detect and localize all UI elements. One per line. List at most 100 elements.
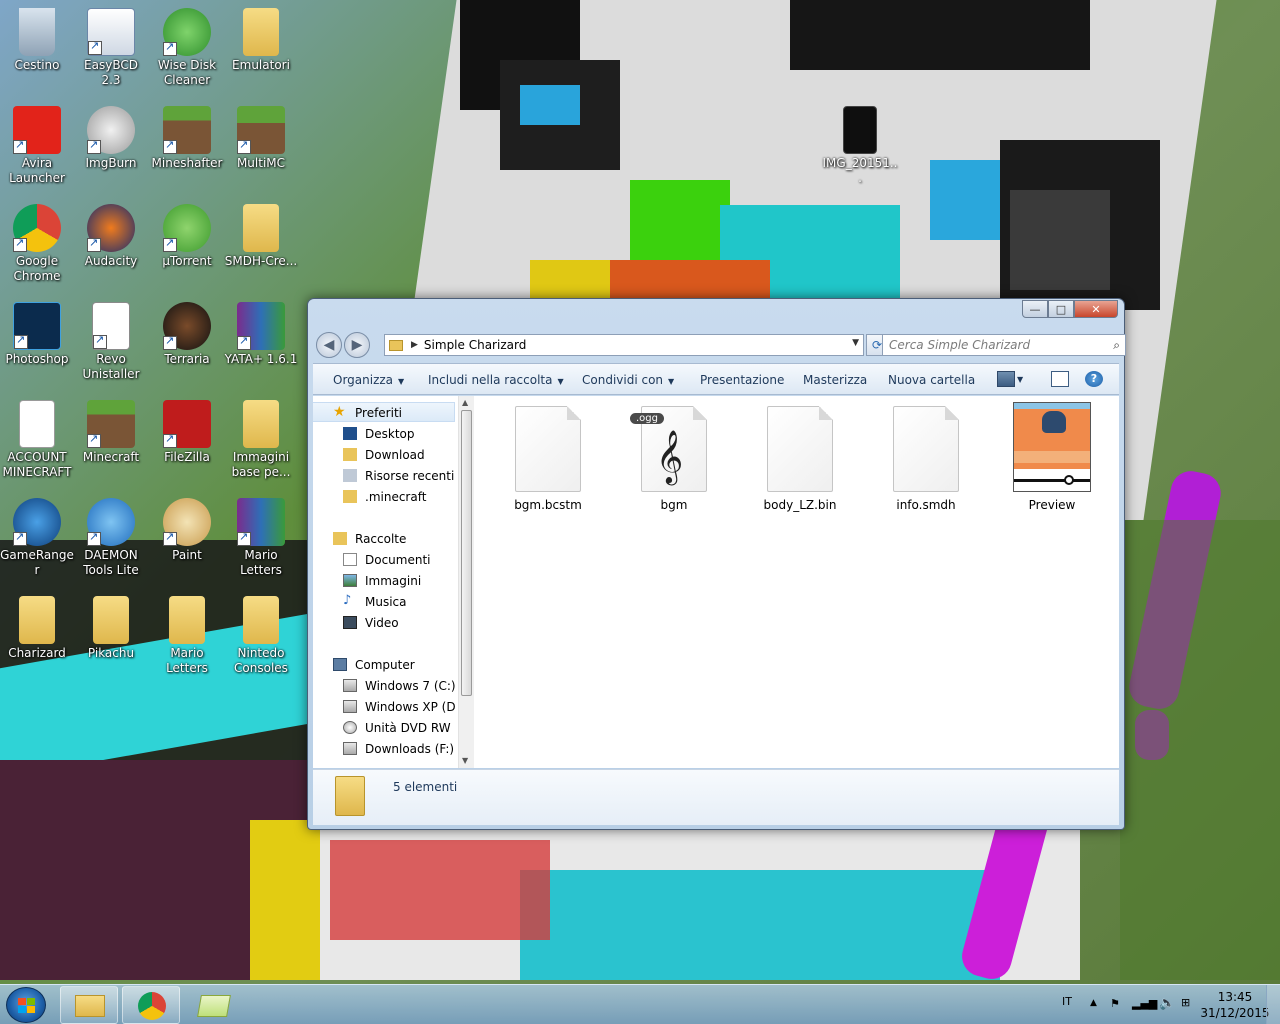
desktop-icon-mario-letters-archive[interactable]: Mario Letters: [224, 494, 298, 590]
desktop-icon-revo-uninstaller[interactable]: Revo Unistaller: [74, 298, 148, 394]
blank-file-icon: [767, 406, 833, 492]
forward-button[interactable]: ▶: [344, 332, 370, 358]
folder-icon: [335, 776, 365, 816]
desktop-icon-filezilla[interactable]: FileZilla: [150, 396, 224, 492]
help-icon[interactable]: ?: [1085, 371, 1103, 387]
nav-drive-e[interactable]: Unità DVD RW (E: [313, 718, 455, 738]
new-folder-button[interactable]: Nuova cartella: [888, 373, 975, 387]
nav-computer[interactable]: Computer: [313, 655, 455, 675]
maximize-button[interactable]: □: [1048, 300, 1074, 318]
nav-drive-d[interactable]: Windows XP (D:): [313, 697, 455, 717]
desktop-icon-label: Wise Disk Cleaner: [157, 58, 217, 87]
recycle-bin-icon: [19, 8, 55, 56]
desktop-icon-yata[interactable]: YATA+ 1.6.1: [224, 298, 298, 394]
nav-documents[interactable]: Documenti: [313, 550, 455, 570]
details-pane: 5 elementi: [313, 769, 1119, 825]
nav-drive-c[interactable]: Windows 7 (C:): [313, 676, 455, 696]
folder-icon: [389, 339, 403, 351]
desktop-icon-google-chrome[interactable]: Google Chrome: [0, 200, 74, 296]
file-item[interactable]: Preview: [1002, 402, 1102, 516]
nav-drive-e-label: Unità DVD RW (E: [365, 721, 455, 735]
burn-button[interactable]: Masterizza: [803, 373, 867, 387]
chevron-down-icon[interactable]: ▼: [1017, 375, 1023, 384]
file-item[interactable]: bgm.bcstm: [498, 406, 598, 516]
organize-menu[interactable]: Organizza ▼: [333, 373, 404, 387]
desktop-icon-nintendo-consoles[interactable]: Nintedo Consoles: [224, 592, 298, 688]
taskbar-folder[interactable]: [184, 986, 242, 1024]
desktop-icon-gameranger[interactable]: GameRanger: [0, 494, 74, 590]
address-bar[interactable]: ▶ Simple Charizard ▼: [384, 334, 864, 356]
nav-video[interactable]: Video: [313, 613, 455, 633]
minimize-button[interactable]: —: [1022, 300, 1048, 318]
nav-favorites[interactable]: ★ Preferiti: [313, 402, 455, 422]
desktop-icon-utorrent[interactable]: µTorrent: [150, 200, 224, 296]
slideshow-button[interactable]: Presentazione: [700, 373, 784, 387]
show-hidden-icons[interactable]: ▲: [1090, 998, 1097, 1008]
nav-download[interactable]: Download: [313, 445, 455, 465]
close-button[interactable]: ✕: [1074, 300, 1118, 318]
breadcrumb-current[interactable]: Simple Charizard: [424, 338, 526, 352]
desktop-icon-account-minecraft[interactable]: ACCOUNT MINECRAFT: [0, 396, 74, 492]
terraria-icon: [163, 302, 211, 350]
desktop-icon-immagini-base[interactable]: Immagini base pe...: [224, 396, 298, 492]
desktop-icon-daemon-tools[interactable]: DAEMON Tools Lite: [74, 494, 148, 590]
change-view-icon[interactable]: [997, 371, 1015, 387]
desktop-icon-terraria[interactable]: Terraria: [150, 298, 224, 394]
start-button[interactable]: [6, 987, 46, 1023]
share-with-menu[interactable]: Condividi con ▼: [582, 373, 674, 387]
desktop-icon-audacity[interactable]: Audacity: [74, 200, 148, 296]
file-item[interactable]: 𝄞 .ogg bgm: [624, 406, 724, 516]
action-center-flag-icon[interactable]: ⚑: [1110, 997, 1120, 1010]
back-button[interactable]: ◀: [316, 332, 342, 358]
desktop-icon-paint[interactable]: Paint: [150, 494, 224, 590]
desktop-icon-label: Immagini base pe...: [231, 450, 291, 479]
desktop-icon-avira[interactable]: Avira Launcher: [0, 102, 74, 198]
volume-icon[interactable]: 🔈: [1159, 996, 1175, 1011]
avira-icon: [13, 106, 61, 154]
scroll-up-icon[interactable]: ▲: [462, 398, 468, 407]
desktop-icon-wise-disk-cleaner[interactable]: Wise Disk Cleaner: [150, 4, 224, 100]
nav-pane-scrollbar[interactable]: ▲ ▼: [458, 396, 474, 768]
desktop-icon-mario-letters-folder[interactable]: Mario Letters: [150, 592, 224, 688]
nav-drive-f[interactable]: Downloads (F:): [313, 739, 455, 759]
language-indicator[interactable]: IT: [1062, 995, 1072, 1008]
desktop-icon-recycle-bin[interactable]: Cestino: [0, 4, 74, 100]
desktop-icon-minecraft[interactable]: Minecraft: [74, 396, 148, 492]
desktop-icon: [343, 427, 357, 440]
nav-music[interactable]: ♪ Musica: [313, 592, 455, 612]
desktop-icon-img-photo[interactable]: IMG_20151...: [822, 102, 898, 198]
desktop-icon-multimc[interactable]: MultiMC: [224, 102, 298, 198]
desktop-icon-easybcd[interactable]: EasyBCD 2.3: [74, 4, 148, 100]
search-input[interactable]: Cerca Simple Charizard ⌕: [882, 334, 1126, 356]
desktop-icon-mineshafter[interactable]: Mineshafter: [150, 102, 224, 198]
desktop-icon-charizard[interactable]: Charizard: [0, 592, 74, 688]
scroll-down-icon[interactable]: ▼: [462, 756, 468, 765]
desktop-icon-smdh-creator[interactable]: SMDH-Cre...: [224, 200, 298, 296]
share-label: Condividi con: [582, 373, 664, 387]
desktop-icon-pikachu[interactable]: Pikachu: [74, 592, 148, 688]
chevron-down-icon[interactable]: ▼: [852, 338, 859, 348]
nav-minecraft[interactable]: .minecraft: [313, 487, 455, 507]
preview-pane-icon[interactable]: [1051, 371, 1069, 387]
arrow-right-icon: ▶: [351, 337, 363, 353]
desktop-icon-emulatori[interactable]: Emulatori: [224, 4, 298, 100]
include-in-library-menu[interactable]: Includi nella raccolta ▼: [428, 373, 564, 387]
file-item[interactable]: body_LZ.bin: [750, 406, 850, 516]
nav-recent[interactable]: Risorse recenti: [313, 466, 455, 486]
nav-desktop[interactable]: Desktop: [313, 424, 455, 444]
file-item[interactable]: info.smdh: [876, 406, 976, 516]
nav-pictures[interactable]: Immagini: [313, 571, 455, 591]
network-signal-icon[interactable]: ▂▄▆: [1132, 997, 1157, 1010]
scrollbar-thumb[interactable]: [461, 410, 472, 696]
windows-flag-tray-icon[interactable]: ⊞: [1181, 996, 1190, 1009]
desktop-icon-photoshop[interactable]: Photoshop: [0, 298, 74, 394]
clock-time[interactable]: 13:45: [1200, 990, 1270, 1004]
taskbar-explorer[interactable]: [60, 986, 118, 1024]
wise-disk-cleaner-icon: [163, 8, 211, 56]
taskbar-chrome[interactable]: [122, 986, 180, 1024]
clock-date[interactable]: 31/12/2015: [1200, 1006, 1270, 1020]
nav-libraries[interactable]: Raccolte: [313, 529, 455, 549]
desktop-icon-imgburn[interactable]: ImgBurn: [74, 102, 148, 198]
search-icon[interactable]: ⌕: [1113, 335, 1120, 355]
show-desktop-button[interactable]: [1266, 985, 1280, 1024]
